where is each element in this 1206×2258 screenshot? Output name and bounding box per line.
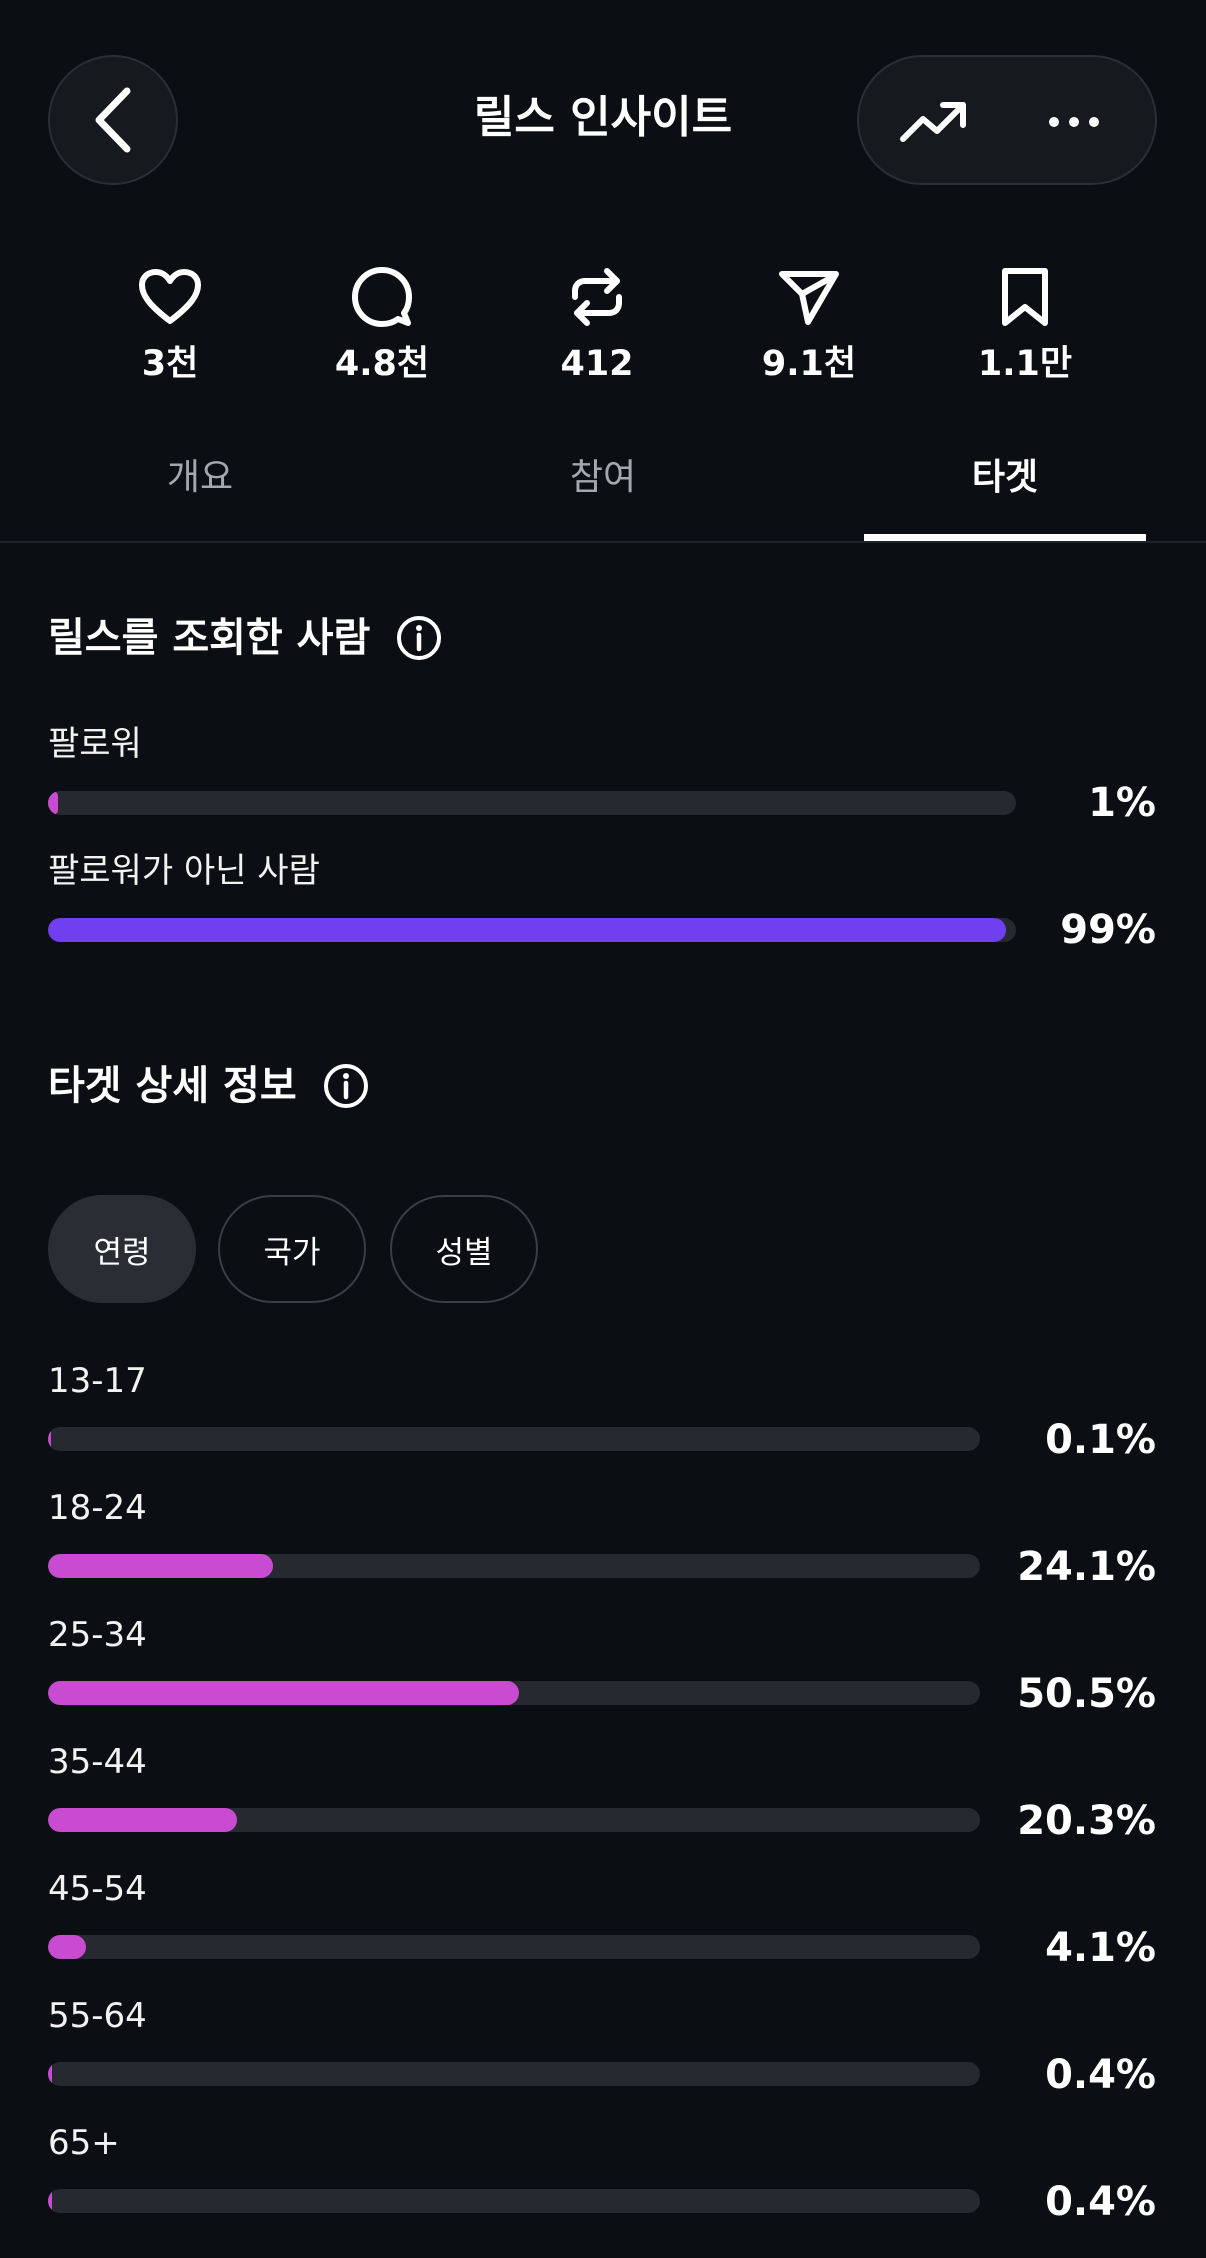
likes-count: 3천: [141, 344, 199, 384]
send-icon: [779, 271, 839, 325]
age-row-label: 55-64: [48, 1996, 147, 2036]
info-icon[interactable]: [396, 615, 442, 661]
viewer-row-percent: 1%: [1088, 780, 1156, 826]
viewer-row-percent: 99%: [1060, 907, 1156, 953]
age-row-percent: 20.3%: [1017, 1798, 1156, 1844]
reposts-count: 412: [560, 344, 634, 384]
details-title-text: 타겟 상세 정보: [48, 1063, 297, 1109]
age-progress-track: [48, 1681, 980, 1705]
age-progress-track: [48, 1808, 980, 1832]
age-progress-fill: [48, 1554, 273, 1578]
trending-up-icon: [900, 102, 966, 142]
details-section-title: 타겟 상세 정보: [48, 1058, 369, 1114]
shares-count: 9.1천: [761, 344, 857, 384]
tab-engagement[interactable]: 참여: [453, 450, 753, 506]
age-row-percent: 0.4%: [1045, 2052, 1156, 2098]
page-title: 릴스 인사이트: [473, 92, 733, 143]
age-progress-fill: [48, 1935, 87, 1959]
header-actions: [857, 55, 1157, 185]
comments-count: 4.8천: [334, 344, 430, 384]
back-button[interactable]: [48, 55, 178, 185]
active-tab-indicator: [864, 534, 1146, 541]
viewer-progress-fill: [48, 918, 1007, 942]
age-progress-track: [48, 2062, 980, 2086]
age-row-percent: 50.5%: [1017, 1671, 1156, 1717]
age-row-label: 18-24: [48, 1488, 147, 1528]
age-row-label: 25-34: [48, 1615, 147, 1655]
viewer-progress-track: [48, 791, 1016, 815]
age-progress-fill: [48, 2062, 52, 2086]
age-row-percent: 4.1%: [1045, 1925, 1156, 1971]
stat-shares: 9.1천: [734, 262, 884, 386]
age-row-percent: 0.1%: [1045, 1417, 1156, 1463]
stat-reposts: 412: [522, 262, 672, 386]
repost-icon: [572, 268, 622, 326]
tab-divider: [0, 541, 1206, 543]
chip-country[interactable]: 국가: [218, 1195, 366, 1303]
age-progress-track: [48, 1427, 980, 1451]
age-row-percent: 0.4%: [1045, 2179, 1156, 2225]
chip-gender[interactable]: 성별: [390, 1195, 538, 1303]
age-progress-track: [48, 2189, 980, 2213]
viewer-row-label: 팔로워가 아닌 사람: [48, 851, 320, 891]
viewer-row-label: 팔로워: [48, 724, 142, 764]
saves-count: 1.1만: [977, 344, 1073, 384]
tab-audience[interactable]: 타겟: [855, 450, 1155, 506]
age-progress-track: [48, 1554, 980, 1578]
viewer-progress-track: [48, 918, 1016, 942]
info-icon[interactable]: [323, 1063, 369, 1109]
stat-comments: 4.8천: [307, 262, 457, 386]
chevron-left-icon: [95, 87, 131, 153]
comment-icon: [352, 267, 412, 327]
age-row-label: 13-17: [48, 1361, 147, 1401]
viewers-title-text: 릴스를 조회한 사람: [48, 615, 371, 661]
trend-button[interactable]: [889, 77, 979, 167]
age-progress-fill: [48, 1427, 52, 1451]
age-row-label: 35-44: [48, 1742, 147, 1782]
age-row-label: 65+: [48, 2123, 120, 2163]
more-horizontal-icon: [1049, 117, 1099, 127]
chip-age[interactable]: 연령: [48, 1195, 196, 1303]
more-button[interactable]: [1029, 77, 1119, 167]
bookmark-icon: [1002, 268, 1048, 326]
heart-icon: [139, 269, 201, 324]
age-row-percent: 24.1%: [1017, 1544, 1156, 1590]
age-progress-fill: [48, 2189, 52, 2213]
stat-likes: 3천: [95, 262, 245, 386]
tab-overview[interactable]: 개요: [50, 450, 350, 506]
age-progress-track: [48, 1935, 980, 1959]
viewers-section-title: 릴스를 조회한 사람: [48, 610, 442, 666]
age-progress-fill: [48, 1681, 519, 1705]
age-row-label: 45-54: [48, 1869, 147, 1909]
stat-saves: 1.1만: [950, 262, 1100, 386]
viewer-progress-fill: [48, 791, 58, 815]
age-progress-fill: [48, 1808, 238, 1832]
